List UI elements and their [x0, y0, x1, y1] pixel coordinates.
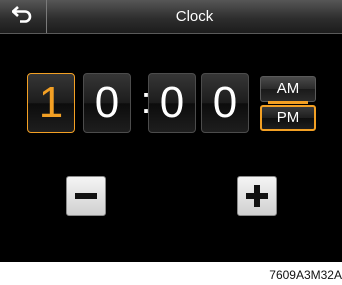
clock-screen: Clock 1 0 : 0 0 AM PM	[0, 0, 342, 262]
minute-ones-digit[interactable]: 0	[201, 73, 249, 133]
back-button[interactable]	[0, 0, 47, 33]
page-title: Clock	[175, 8, 214, 25]
header-bar: Clock	[0, 0, 342, 34]
pm-button[interactable]: PM	[260, 101, 316, 131]
figure-caption: 7609A3M32A	[269, 268, 342, 282]
increase-button[interactable]	[237, 176, 277, 216]
hour-tens-digit[interactable]: 1	[27, 73, 75, 133]
back-arrow-icon	[11, 5, 34, 28]
decrease-button[interactable]	[66, 176, 106, 216]
am-button[interactable]: AM	[260, 76, 316, 102]
minute-tens-digit[interactable]: 0	[148, 73, 196, 133]
hour-ones-digit[interactable]: 0	[83, 73, 131, 133]
